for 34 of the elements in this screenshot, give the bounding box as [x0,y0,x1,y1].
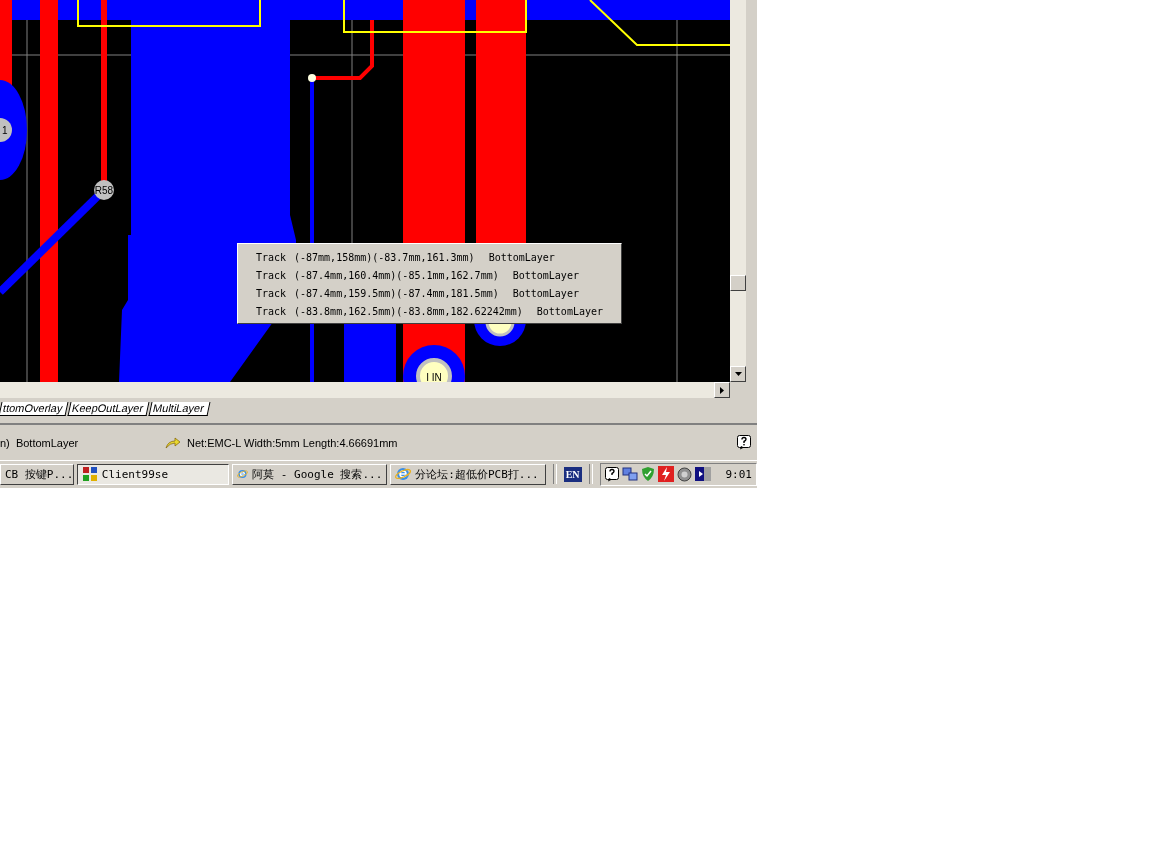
track-list-item[interactable]: Track (-87.4mm,159.5mm)(-87.4mm,181.5mm) BottomLayer [238,284,621,302]
horizontal-scrollbar[interactable] [0,382,714,398]
status-net-info: Net:EMC-L Width:5mm Length:4.66691mm [187,436,398,449]
status-layer-text: n) BottomLayer [0,436,80,449]
help-icon[interactable] [604,466,619,482]
down-arrow-icon [734,372,742,376]
scroll-thumb[interactable] [730,275,746,291]
track-list-item[interactable]: Track (-83.8mm,162.5mm)(-83.8mm,182.62242mm) BottomLayer [238,302,621,320]
layer-tab[interactable]: ttomOverlay [0,402,69,416]
layer-tab[interactable]: MultiLayer [148,402,211,416]
browser-icon [395,466,412,483]
clock: 9:01 [725,467,752,481]
taskbar-button[interactable]: CB 按键P... [0,463,74,485]
language-indicator[interactable]: EN [563,466,582,482]
scroll-down-button[interactable] [730,366,746,382]
layer-tab[interactable]: KeepOutLayer [67,402,150,416]
curved-arrow-icon [165,436,181,449]
monitor-icon[interactable] [694,466,711,483]
help-icon[interactable] [737,435,751,451]
lightning-icon[interactable] [657,466,674,483]
scroll-right-button[interactable] [714,382,730,398]
app-icon [81,466,98,483]
right-arrow-icon [720,386,724,394]
track-list-item[interactable]: Track (-87.4mm,160.4mm)(-85.1mm,162.7mm) BottomLayer [238,266,621,284]
network-icon[interactable] [621,466,638,483]
track-list-item[interactable]: Track (-87mm,158mm)(-83.7mm,161.3mm) BottomLayer [238,248,621,266]
taskbar-button[interactable]: 阿莫 - Google 搜索... [232,463,388,485]
shield-icon[interactable] [640,466,655,483]
vertical-scrollbar[interactable] [730,0,746,382]
taskbar-button[interactable]: Client99se [76,463,230,485]
pad-label: 1 [2,125,8,136]
taskbar-button[interactable]: 分论坛:超低价PCB打... [390,463,546,485]
pad-label: R58 [94,185,114,196]
pad-label: I IN [426,372,442,382]
